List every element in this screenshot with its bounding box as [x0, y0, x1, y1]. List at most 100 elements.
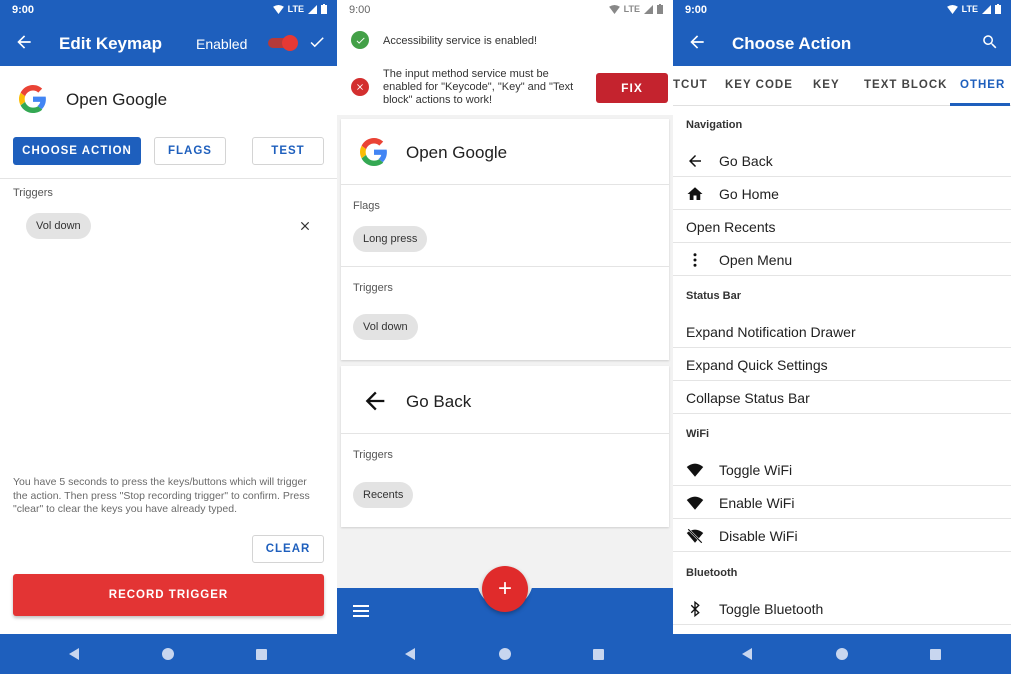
nav-home-icon[interactable]	[160, 646, 176, 662]
list-item-go-home[interactable]: Go Home	[673, 177, 1011, 210]
triggers-label: Triggers	[353, 282, 393, 294]
list-item-open-menu[interactable]: Open Menu	[673, 243, 1011, 276]
remove-trigger-icon[interactable]	[298, 219, 312, 233]
action-row[interactable]: Open Google	[0, 66, 337, 130]
trigger-chip: Vol down	[353, 314, 418, 340]
triggers-label: Triggers	[353, 449, 393, 461]
list-item-disable-wifi[interactable]: Disable WiFi	[673, 519, 1011, 552]
wifi-status-icon	[272, 4, 284, 14]
add-keymap-fab[interactable]: +	[482, 566, 528, 612]
flags-label: Flags	[353, 200, 380, 212]
list-item-collapse-status-bar[interactable]: Collapse Status Bar	[673, 381, 1011, 414]
google-icon	[360, 138, 387, 166]
tab-key[interactable]: KEY	[813, 79, 840, 91]
save-check-icon[interactable]	[308, 33, 326, 51]
network-type: LTE	[287, 4, 304, 14]
item-label: Collapse Status Bar	[686, 390, 810, 406]
tab-other[interactable]: OTHER	[960, 79, 1005, 91]
accessibility-notice: Accessibility service is enabled!	[383, 35, 538, 47]
divider	[341, 184, 669, 185]
divider	[341, 266, 669, 267]
recording-help-text: You have 5 seconds to press the keys/but…	[13, 476, 310, 515]
flags-button[interactable]: FLAGS	[154, 137, 226, 165]
menu-icon[interactable]	[353, 604, 369, 618]
choose-action-screen: 9:00 LTE Choose Action TCUT KEY CODE KEY…	[673, 0, 1011, 674]
nav-home-icon[interactable]	[497, 646, 513, 662]
tab-key-code[interactable]: KEY CODE	[725, 79, 793, 91]
nav-recents-icon[interactable]	[253, 646, 269, 662]
bluetooth-icon	[690, 600, 700, 618]
keymap-card[interactable]: Go Back Triggers Recents	[341, 366, 669, 527]
flag-chip: Long press	[353, 226, 428, 252]
tab-shortcut[interactable]: TCUT	[673, 79, 708, 91]
nav-home-icon[interactable]	[834, 646, 850, 662]
home-icon	[687, 187, 703, 200]
enabled-label: Enabled	[196, 36, 248, 52]
nav-back-icon[interactable]	[739, 646, 755, 662]
card-action-name: Open Google	[406, 143, 508, 162]
status-icons: LTE	[608, 4, 663, 14]
status-bar: 9:00 LTE	[337, 0, 673, 20]
record-trigger-button[interactable]: RECORD TRIGGER	[13, 574, 324, 616]
keymap-list-screen: 9:00 LTE Accessibility service is enable…	[337, 0, 673, 674]
status-icons: LTE	[946, 4, 1001, 14]
enabled-toggle[interactable]	[266, 35, 298, 51]
status-icons: LTE	[272, 4, 327, 14]
wifi-status-icon	[608, 4, 620, 14]
status-time: 9:00	[12, 4, 35, 16]
battery-icon	[995, 4, 1001, 14]
check-circle-icon	[351, 31, 369, 49]
search-icon[interactable]	[981, 33, 999, 51]
wifi-icon	[686, 496, 704, 510]
list-item-expand-notification-drawer[interactable]: Expand Notification Drawer	[673, 315, 1011, 348]
list-item-enable-wifi[interactable]: Enable WiFi	[673, 486, 1011, 519]
trigger-chip: Recents	[353, 482, 414, 508]
network-type: LTE	[623, 4, 640, 14]
status-time: 9:00	[685, 4, 708, 16]
tab-text-block[interactable]: TEXT BLOCK	[864, 79, 947, 91]
active-tab-indicator	[950, 103, 1010, 106]
status-bar: 9:00 LTE	[0, 0, 337, 20]
divider	[341, 433, 669, 434]
back-arrow-icon[interactable]	[14, 32, 34, 52]
item-label: Enable WiFi	[719, 495, 795, 511]
list-item-toggle-wifi[interactable]: Toggle WiFi	[673, 453, 1011, 486]
nav-recents-icon[interactable]	[590, 646, 606, 662]
status-time: 9:00	[349, 4, 371, 16]
nav-back-icon[interactable]	[402, 646, 418, 662]
list-item-open-recents[interactable]: Open Recents	[673, 210, 1011, 243]
system-nav-bar	[337, 634, 673, 674]
battery-icon	[657, 4, 663, 14]
section-status-bar: Status Bar	[686, 290, 742, 302]
item-label: Disable WiFi	[719, 528, 798, 544]
system-nav-bar	[673, 634, 1011, 674]
choose-action-button[interactable]: CHOOSE ACTION	[13, 137, 141, 165]
wifi-off-icon	[686, 528, 704, 544]
list-item-expand-quick-settings[interactable]: Expand Quick Settings	[673, 348, 1011, 381]
network-type: LTE	[961, 4, 978, 14]
wifi-icon	[686, 463, 704, 477]
item-label: Toggle Bluetooth	[719, 601, 824, 617]
edit-keymap-screen: 9:00 LTE Edit Keymap Enabled Open Google…	[0, 0, 337, 674]
test-button[interactable]: TEST	[252, 137, 324, 165]
google-icon	[19, 85, 46, 113]
fix-button[interactable]: FIX	[596, 73, 668, 103]
error-circle-icon	[351, 78, 369, 96]
back-arrow-icon	[689, 155, 701, 167]
back-arrow-icon[interactable]	[687, 32, 707, 52]
nav-recents-icon[interactable]	[927, 646, 943, 662]
battery-icon	[321, 4, 327, 14]
divider	[0, 178, 337, 179]
card-action-name: Go Back	[406, 392, 472, 411]
list-item-toggle-bluetooth[interactable]: Toggle Bluetooth	[673, 592, 1011, 625]
item-label: Expand Notification Drawer	[686, 324, 856, 340]
nav-back-icon[interactable]	[66, 646, 82, 662]
action-type-tabs: TCUT KEY CODE KEY TEXT BLOCK OTHER	[673, 66, 1011, 106]
more-vert-icon	[693, 253, 697, 267]
list-item-go-back[interactable]: Go Back	[673, 144, 1011, 177]
keymap-card[interactable]: Open Google Flags Long press Triggers Vo…	[341, 119, 669, 360]
input-method-notice: The input method service must be enabled…	[383, 68, 574, 106]
page-title: Edit Keymap	[59, 34, 162, 53]
clear-button[interactable]: CLEAR	[252, 535, 324, 563]
trigger-chip[interactable]: Vol down	[26, 213, 91, 239]
